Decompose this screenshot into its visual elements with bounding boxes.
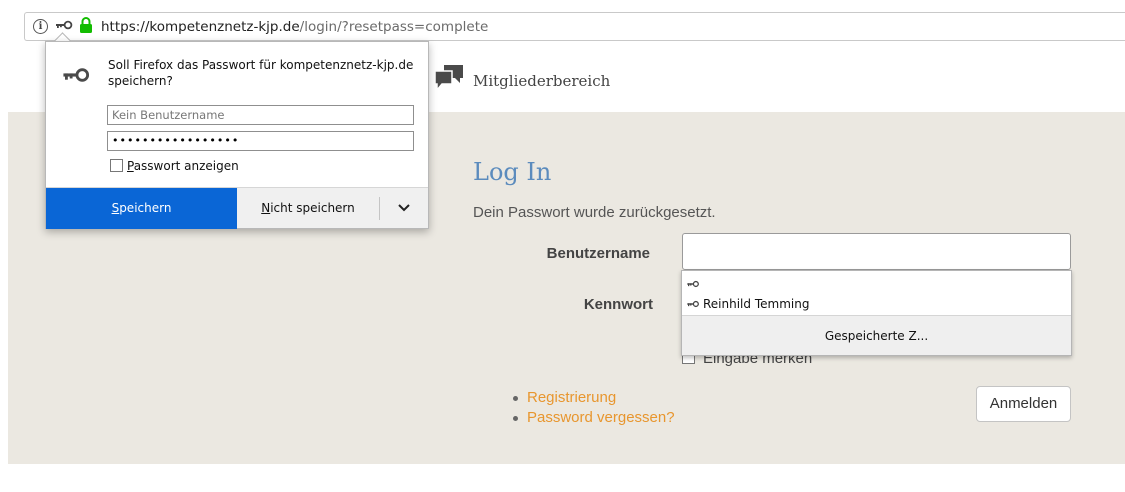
username-input[interactable] (682, 233, 1071, 270)
show-password-checkbox-box[interactable] (110, 159, 123, 172)
register-link[interactable]: Registrierung (513, 388, 675, 407)
autocomplete-item-empty[interactable] (686, 276, 700, 290)
url-text[interactable]: https://kompetenznetz-kjp.de/login/?rese… (101, 19, 488, 35)
lock-icon[interactable] (79, 16, 93, 39)
saved-logins-button[interactable]: Gespeicherte Z... (682, 315, 1071, 355)
dont-save-button[interactable]: Nicht speichern (237, 188, 379, 229)
username-label: Benutzername (546, 245, 650, 262)
show-password-label: asswort anzeigen (133, 159, 239, 173)
dont-save-label: icht speichern (270, 201, 355, 215)
key-icon (687, 280, 699, 288)
save-password-doorhanger: Soll Firefox das Passwort für kompetenzn… (45, 41, 429, 229)
info-icon[interactable]: i (33, 19, 48, 34)
doorhanger-message: Soll Firefox das Passwort für kompetenzn… (108, 58, 414, 88)
save-button[interactable]: Speichern (46, 188, 237, 229)
show-password-checkbox[interactable]: Passwort anzeigen (110, 158, 239, 174)
autocomplete-popup: Reinhild Temming Gespeicherte Z... (681, 270, 1072, 356)
autocomplete-item-label: Reinhild Temming (703, 297, 810, 311)
doorhanger-footer: Speichern Nicht speichern (46, 187, 428, 229)
url-bar[interactable]: i https://kompetenznetz-kjp.de/login/?re… (24, 12, 1125, 41)
key-icon (59, 64, 93, 91)
key-icon (687, 300, 699, 308)
save-label: peichern (119, 201, 172, 215)
login-button[interactable]: Anmelden (976, 386, 1071, 422)
doorhanger-password-input[interactable]: ••••••••••••••••• (107, 131, 414, 151)
chat-bubbles-icon (434, 64, 464, 97)
login-links: Registrierung Password vergessen? (513, 388, 675, 428)
autocomplete-item-user[interactable]: Reinhild Temming (686, 296, 809, 312)
url-host: https://kompetenznetz-kjp.de (101, 19, 300, 35)
chevron-down-icon (398, 204, 410, 212)
dont-save-accesskey: N (261, 201, 271, 215)
reset-message: Dein Passwort wurde zurückgesetzt. (473, 204, 716, 221)
doorhanger-username-input[interactable]: Kein Benutzername (107, 105, 414, 125)
show-password-accesskey: P (127, 159, 134, 173)
forgot-password-link[interactable]: Password vergessen? (513, 408, 675, 427)
password-label: Kennwort (583, 296, 653, 313)
members-area-link[interactable]: Mitgliederbereich (473, 72, 610, 90)
url-path: /login/?resetpass=complete (299, 19, 489, 35)
page-title: Log In (473, 158, 552, 186)
more-options-button[interactable] (380, 188, 428, 229)
